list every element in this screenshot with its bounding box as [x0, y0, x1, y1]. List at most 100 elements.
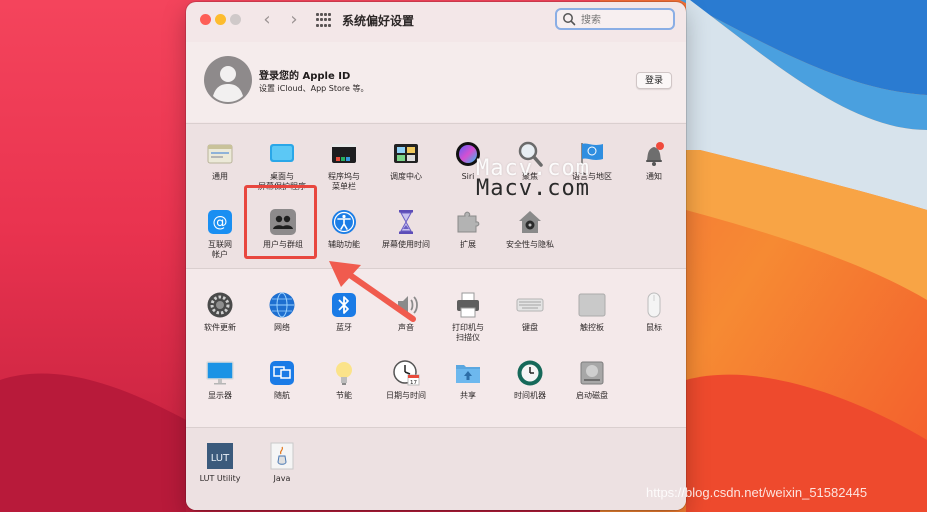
pane-date-time[interactable]: 17 日期与时间 — [375, 359, 437, 401]
pane-label: 通用 — [212, 172, 228, 181]
trackpad-icon — [578, 293, 606, 317]
window-title: 系统偏好设置 — [342, 14, 415, 28]
pane-screen-time[interactable]: 屏幕使用时间 — [375, 208, 437, 250]
notifications-bell-icon — [646, 142, 664, 166]
pane-security-privacy[interactable]: 安全性与隐私 — [499, 208, 561, 250]
pane-label: 安全性与隐私 — [506, 240, 554, 249]
minimize-button[interactable] — [215, 14, 226, 25]
desktop-screensaver-icon — [270, 144, 294, 162]
pane-software-update[interactable]: 软件更新 — [189, 291, 251, 333]
pane-label: LUT Utility — [199, 474, 241, 483]
pane-label: 随航 — [274, 391, 290, 400]
printer-icon — [457, 292, 479, 318]
mouse-icon — [647, 292, 661, 318]
sidecar-icon — [270, 361, 294, 385]
pane-label: 通知 — [646, 172, 662, 181]
pane-label: 菜单栏 — [332, 182, 356, 191]
pane-label: 节能 — [336, 391, 352, 400]
date-time-clock-icon: 17 — [393, 360, 420, 386]
avatar-icon[interactable] — [204, 56, 252, 104]
pane-label: 启动磁盘 — [576, 391, 608, 400]
displays-monitor-icon — [206, 361, 234, 385]
svg-text:@: @ — [213, 213, 228, 231]
general-icon — [207, 144, 233, 164]
watermark-bottom: Macv.com — [476, 176, 590, 201]
pane-label: 帐户 — [212, 250, 228, 259]
pane-sharing[interactable]: 共享 — [437, 359, 499, 401]
sharing-folder-icon — [456, 365, 480, 383]
pane-keyboard[interactable]: 键盘 — [499, 291, 561, 333]
pane-label: 共享 — [460, 391, 476, 400]
apple-id-subtitle: 设置 iCloud、App Store 等。 — [259, 84, 369, 93]
show-all-grid-icon[interactable] — [316, 13, 331, 28]
pane-label: 显示器 — [208, 391, 232, 400]
pane-label: 互联网 — [208, 240, 232, 249]
pane-extensions[interactable]: 扩展 — [437, 208, 499, 250]
pane-label: 日期与时间 — [386, 391, 426, 400]
pane-label: 程序坞与 — [328, 172, 360, 181]
pane-general[interactable]: 通用 — [189, 140, 251, 182]
pane-lut-utility[interactable]: LUT LUT Utility — [189, 442, 251, 484]
energy-bulb-icon — [336, 362, 352, 385]
pane-label: 触控板 — [580, 323, 604, 332]
zoom-button[interactable] — [230, 14, 241, 25]
network-globe-icon — [269, 292, 295, 318]
pane-energy-saver[interactable]: 节能 — [313, 359, 375, 401]
accessibility-icon — [332, 210, 356, 234]
mission-control-icon — [394, 144, 418, 163]
pane-printers-scanners[interactable]: 打印机与 扫描仪 — [437, 291, 499, 343]
search-box[interactable] — [555, 8, 675, 30]
pane-label: 软件更新 — [204, 323, 236, 332]
keyboard-icon — [516, 298, 544, 312]
back-button[interactable]: ‹ — [258, 11, 276, 29]
pane-displays[interactable]: 显示器 — [189, 359, 251, 401]
search-input[interactable] — [579, 11, 673, 29]
annotation-arrow-icon — [329, 261, 416, 322]
startup-disk-icon — [580, 361, 604, 385]
pane-label: 扫描仪 — [456, 333, 480, 342]
pane-java[interactable]: Java — [251, 442, 313, 484]
dock-menubar-icon — [332, 144, 356, 163]
pane-label: 屏幕使用时间 — [382, 240, 430, 249]
apple-id-title: 登录您的 Apple ID — [259, 71, 351, 82]
pane-sidecar[interactable]: 随航 — [251, 359, 313, 401]
image-credit: https://blog.csdn.net/weixin_51582445 — [646, 485, 868, 500]
other-prefs-section: LUT LUT Utility Java — [186, 428, 686, 510]
pane-accessibility[interactable]: 辅助功能 — [313, 208, 375, 250]
internet-accounts-at-icon: @ — [208, 210, 232, 234]
time-machine-icon — [517, 360, 543, 386]
pane-notifications[interactable]: 通知 — [623, 140, 685, 182]
pane-label: 时间机器 — [514, 391, 546, 400]
users-groups-highlight-box — [244, 185, 317, 259]
pane-network[interactable]: 网络 — [251, 291, 313, 333]
pane-label: 打印机与 — [452, 323, 484, 332]
pane-label: 键盘 — [522, 323, 538, 332]
close-button[interactable] — [200, 14, 211, 25]
calendar-day: 17 — [410, 380, 417, 386]
pane-label: Java — [273, 474, 291, 483]
pane-label: 辅助功能 — [328, 240, 360, 249]
screen-time-hourglass-icon — [399, 210, 413, 234]
pane-time-machine[interactable]: 时间机器 — [499, 359, 561, 401]
security-house-icon — [519, 211, 541, 233]
pane-label: 调度中心 — [390, 172, 422, 181]
login-button[interactable]: 登录 — [636, 72, 672, 89]
pane-mission-control[interactable]: 调度中心 — [375, 140, 437, 182]
forward-button[interactable]: › — [285, 11, 303, 29]
pane-label: 网络 — [274, 323, 290, 332]
titlebar: ‹ › 系统偏好设置 — [186, 2, 686, 38]
pane-label: 鼠标 — [646, 323, 662, 332]
java-icon — [270, 442, 294, 470]
pane-label: 扩展 — [460, 240, 476, 249]
hardware-prefs-section: 软件更新 网络 蓝牙 声音 打印机与 扫描仪 键盘 触控板 鼠标 显示器 随航 … — [186, 269, 686, 427]
pane-mouse[interactable]: 鼠标 — [623, 291, 685, 333]
pane-startup-disk[interactable]: 启动磁盘 — [561, 359, 623, 401]
lut-icon-text: LUT — [211, 453, 230, 464]
search-icon — [563, 13, 576, 26]
lut-utility-icon: LUT — [207, 443, 233, 469]
pane-dock[interactable]: 程序坞与 菜单栏 — [313, 140, 375, 192]
extensions-puzzle-icon — [457, 211, 480, 233]
apple-id-section: 登录您的 Apple ID 设置 iCloud、App Store 等。 登录 — [186, 42, 686, 122]
pane-internet-accounts[interactable]: @ 互联网 帐户 — [189, 208, 251, 260]
pane-trackpad[interactable]: 触控板 — [561, 291, 623, 333]
